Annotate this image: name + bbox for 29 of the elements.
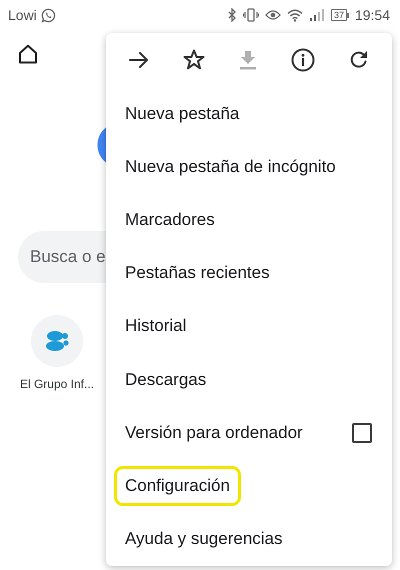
- menu-item[interactable]: Configuración: [106, 460, 392, 513]
- signal-icon: [308, 9, 325, 21]
- highlight-outline: Configuración: [114, 466, 241, 506]
- reload-icon[interactable]: [349, 50, 369, 70]
- people-logo-icon: [45, 330, 69, 352]
- menu-item[interactable]: Marcadores: [106, 193, 392, 247]
- menu-item[interactable]: Pestañas recientes: [106, 246, 392, 300]
- carrier-name: Lowi: [8, 7, 37, 23]
- checkbox[interactable]: [352, 422, 372, 443]
- menu-item[interactable]: Nueva pestaña de incógnito: [106, 140, 392, 194]
- menu-item[interactable]: Versión para ordenador: [106, 406, 392, 460]
- battery-indicator: 37: [330, 9, 349, 21]
- eye-icon: [264, 8, 281, 22]
- shortcut-tile[interactable]: [31, 315, 83, 367]
- menu-item[interactable]: Descargas: [106, 353, 392, 406]
- star-icon[interactable]: [183, 49, 205, 70]
- whatsapp-icon: [40, 8, 56, 22]
- shortcut-label: El Grupo Inf...: [20, 377, 94, 391]
- info-icon[interactable]: [291, 48, 315, 72]
- menu-item[interactable]: Historial: [106, 300, 392, 354]
- logo-icon: [95, 127, 106, 163]
- home-icon[interactable]: [18, 44, 38, 64]
- menu-item[interactable]: Nueva pestaña: [106, 86, 392, 140]
- clock-time: 19:54: [354, 7, 390, 23]
- bluetooth-icon: [228, 8, 237, 22]
- menu-item[interactable]: Ayuda y sugerencias: [106, 512, 392, 566]
- vibrate-icon: [242, 8, 259, 22]
- forward-arrow-icon[interactable]: [129, 50, 149, 69]
- wifi-icon: [286, 8, 303, 22]
